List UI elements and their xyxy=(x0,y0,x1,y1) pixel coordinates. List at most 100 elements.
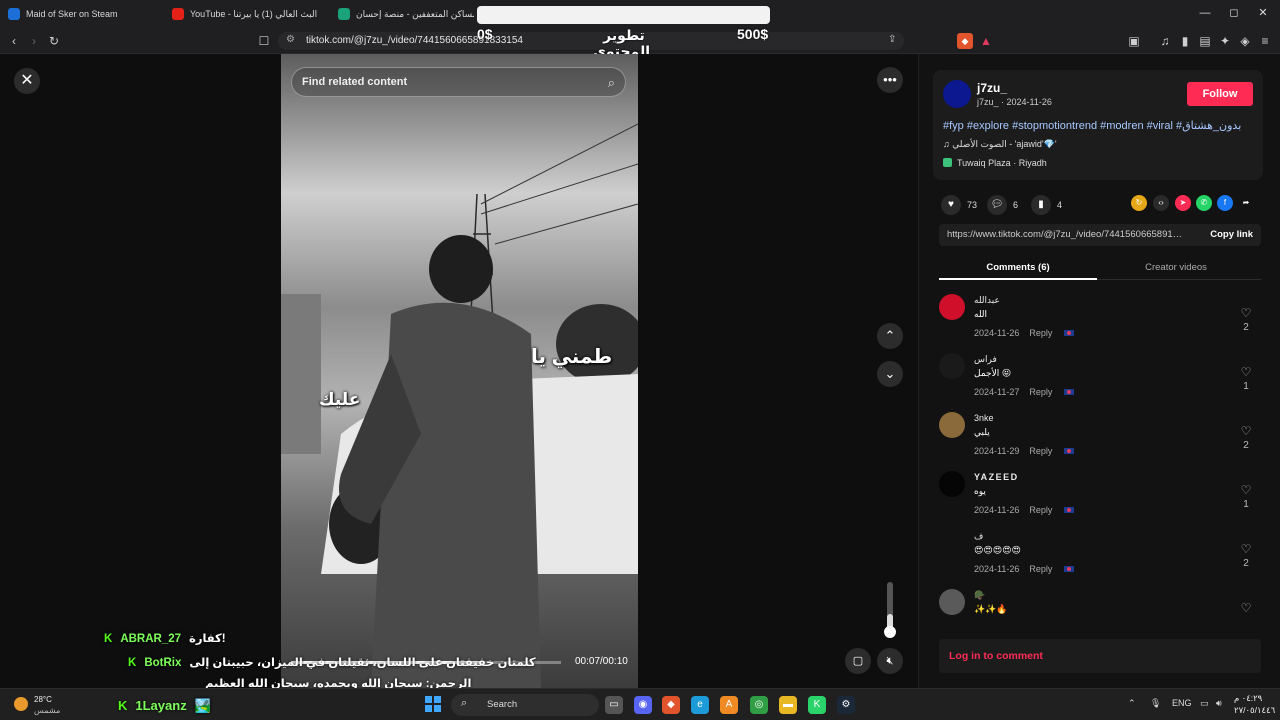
pip-button[interactable]: ▢ xyxy=(845,648,871,674)
whatsapp-icon[interactable]: ✆ xyxy=(1196,195,1212,211)
share-page-icon[interactable]: ⇪ xyxy=(888,34,896,45)
comment-author[interactable]: YAZEED xyxy=(974,472,1019,482)
comment-author[interactable]: 3nke xyxy=(974,413,994,423)
address-bar[interactable]: ⚙ tiktok.com/@j7zu_/video/74415606658918… xyxy=(278,32,904,50)
volume-knob[interactable] xyxy=(884,626,896,638)
save-stat[interactable]: ▮ 4 xyxy=(1031,195,1062,215)
facebook-icon[interactable]: f xyxy=(1217,195,1233,211)
send-icon[interactable]: ➤ xyxy=(1175,195,1191,211)
minimize-button[interactable]: — xyxy=(1196,5,1214,21)
location-line[interactable]: Tuwaiq Plaza · Riyadh xyxy=(943,158,1047,168)
share-icon[interactable]: ➦ xyxy=(1238,195,1254,211)
previous-video-button[interactable]: ⌃ xyxy=(877,323,903,349)
clock-time[interactable]: ٠٤:٢٩ م xyxy=(1234,693,1262,704)
bookmark-icon[interactable]: ☐ xyxy=(256,33,272,49)
brave-icon[interactable]: ◆ xyxy=(662,696,680,714)
start-button[interactable] xyxy=(425,696,441,712)
like-stat[interactable]: ♥ 73 xyxy=(941,195,977,215)
comment-author[interactable]: عبدالله xyxy=(974,295,1000,306)
menu-icon[interactable]: ≡ xyxy=(1257,33,1273,49)
close-window-button[interactable]: ✕ xyxy=(1254,5,1272,21)
brave-shield-icon[interactable]: ◆ xyxy=(957,33,973,49)
embed-icon[interactable]: ‹› xyxy=(1153,195,1169,211)
comment-author[interactable]: ف xyxy=(974,531,983,542)
follow-button[interactable]: Follow xyxy=(1187,82,1253,106)
mute-button[interactable]: 🔇︎ xyxy=(877,648,903,674)
vpn-icon[interactable]: ◈ xyxy=(1237,33,1253,49)
next-video-button[interactable]: ⌄ xyxy=(877,361,903,387)
weather-temp[interactable]: 28°C xyxy=(34,695,52,704)
volume-icon[interactable]: 🔊︎ xyxy=(1216,698,1222,709)
language-indicator[interactable]: ENG xyxy=(1172,698,1192,708)
tab-youtube[interactable]: YouTube - البث العالي (1) يا بيرتنا xyxy=(172,4,352,24)
tab-maid-of-sker[interactable]: Maid of Sker on Steam xyxy=(8,4,168,24)
tab-creator-videos[interactable]: Creator videos xyxy=(1097,262,1255,273)
taskbar-search[interactable]: ⌕ Search xyxy=(451,694,599,716)
weather-icon[interactable] xyxy=(14,697,28,711)
task-view-icon[interactable]: ▭ xyxy=(605,696,623,714)
copy-link-button[interactable]: Copy link xyxy=(1210,229,1253,240)
avatar[interactable] xyxy=(939,353,965,379)
wallet-icon[interactable]: ▤ xyxy=(1197,33,1213,49)
reply-button[interactable]: Reply xyxy=(1029,446,1052,456)
leo-icon[interactable]: ✦ xyxy=(1217,33,1233,49)
heart-outline-icon[interactable]: ♡ xyxy=(1239,601,1253,615)
back-icon[interactable]: ‹ xyxy=(6,33,22,49)
tab-label: YouTube - البث العالي (1) يا بيرتنا xyxy=(190,8,318,19)
maximize-button[interactable]: ◻ xyxy=(1225,5,1243,21)
video-link[interactable]: https://www.tiktok.com/@j7zu_/video/7441… xyxy=(947,229,1185,240)
sidebar-icon[interactable]: ▮ xyxy=(1177,33,1193,49)
edge-icon[interactable]: e xyxy=(691,696,709,714)
heart-outline-icon[interactable]: ♡ xyxy=(1239,424,1253,438)
close-video-button[interactable]: ✕ xyxy=(14,68,40,94)
discord-icon[interactable]: ◉ xyxy=(634,696,652,714)
brave-rewards-icon[interactable]: ▲ xyxy=(978,33,994,49)
screenshot-icon[interactable]: ▣ xyxy=(1126,33,1142,49)
kick-app-icon[interactable]: K xyxy=(808,696,826,714)
clock-date[interactable]: ٢٧/٠٥/١٤٤٦ xyxy=(1234,705,1275,716)
avatar[interactable] xyxy=(939,530,965,556)
tab-ehsan[interactable]: مساكن المتعففين - منصة إحسان xyxy=(338,4,474,24)
comment-author[interactable]: 🪖 xyxy=(974,590,985,601)
reply-button[interactable]: Reply xyxy=(1029,505,1052,515)
video-player[interactable]: Find related content ⌕ طمني يا عليك 00:0… xyxy=(281,54,638,688)
app-a-icon[interactable]: A xyxy=(720,696,738,714)
author-name[interactable]: j7zu_ xyxy=(977,81,1007,95)
comment-text: الله xyxy=(974,309,988,319)
comment-stat[interactable]: 💬︎ 6 xyxy=(987,195,1018,215)
reload-icon[interactable]: ↻ xyxy=(46,33,62,49)
heart-outline-icon[interactable]: ♡ xyxy=(1239,542,1253,556)
comment-author[interactable]: فراس xyxy=(974,354,997,365)
forward-icon[interactable]: › xyxy=(26,33,42,49)
heart-outline-icon[interactable]: ♡ xyxy=(1239,483,1253,497)
music-line[interactable]: ♫ الصوت الأصلي - 'ajawid'💎' xyxy=(943,139,1057,150)
search-placeholder: Find related content xyxy=(302,76,408,88)
repost-icon[interactable]: ↻ xyxy=(1131,195,1147,211)
chrome-icon[interactable]: ◎ xyxy=(750,696,768,714)
tray-chevron-icon[interactable]: ⌃ xyxy=(1128,698,1136,709)
reply-button[interactable]: Reply xyxy=(1029,387,1052,397)
find-related-search[interactable]: Find related content ⌕ xyxy=(291,67,626,97)
avatar[interactable] xyxy=(939,471,965,497)
microphone-icon[interactable]: 🎙︎ xyxy=(1150,698,1161,709)
avatar[interactable] xyxy=(939,589,965,615)
steam-icon[interactable]: ⚙ xyxy=(837,696,855,714)
reply-button[interactable]: Reply xyxy=(1029,564,1052,574)
comment-item: ف 😍😍😍😍😍 2024-11-26 Reply ♡ 2 xyxy=(939,530,1261,586)
heart-outline-icon[interactable]: ♡ xyxy=(1239,306,1253,320)
avatar[interactable] xyxy=(939,412,965,438)
music-icon[interactable]: ♫ xyxy=(1157,33,1173,49)
site-info-icon[interactable]: ⚙ xyxy=(286,34,295,45)
avatar[interactable] xyxy=(943,80,971,108)
network-icon[interactable]: ▭ xyxy=(1200,698,1209,709)
reply-button[interactable]: Reply xyxy=(1029,328,1052,338)
login-to-comment-box[interactable]: Log in to comment xyxy=(939,639,1261,673)
avatar[interactable] xyxy=(939,294,965,320)
tab-comments[interactable]: Comments (6) xyxy=(939,262,1097,273)
search-icon[interactable]: ⌕ xyxy=(608,75,615,91)
login-to-comment-link[interactable]: Log in to comment xyxy=(949,650,1043,662)
heart-outline-icon[interactable]: ♡ xyxy=(1239,365,1253,379)
video-hashtags[interactable]: #fyp #explore #stopmotiontrend #modren #… xyxy=(943,119,1241,132)
file-explorer-icon[interactable]: ▬ xyxy=(779,696,797,714)
more-options-button[interactable]: ••• xyxy=(877,67,903,93)
